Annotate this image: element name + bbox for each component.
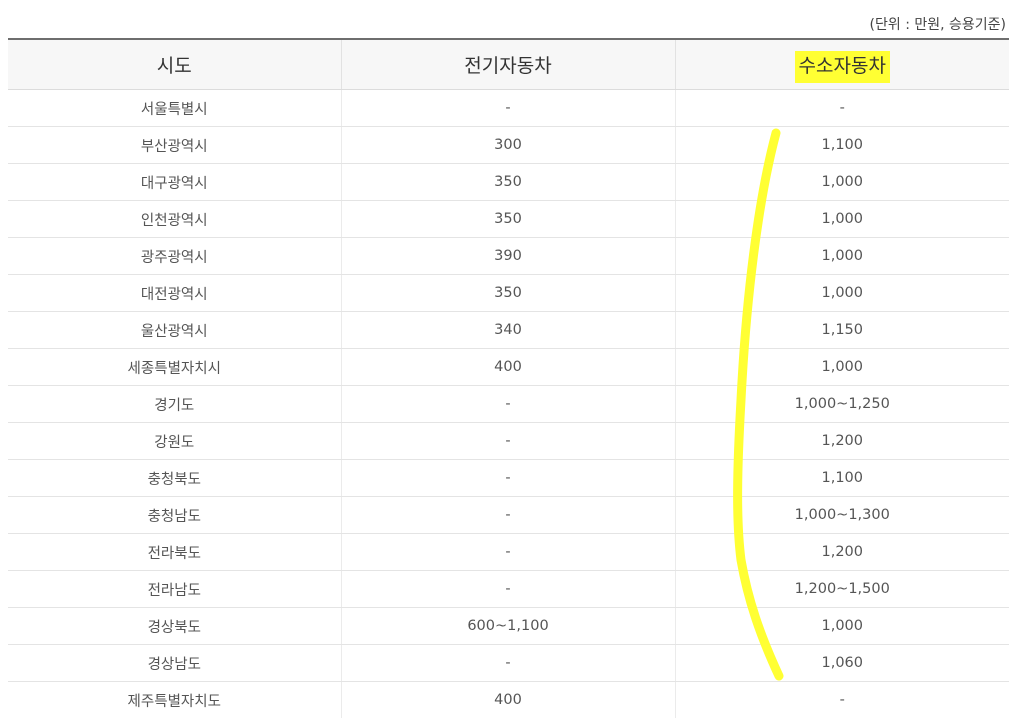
hydrogen-subsidy-cell: - [675,682,1009,718]
table-row: 전라북도 - 1,200 [8,534,1009,571]
table-row: 강원도 - 1,200 [8,423,1009,460]
region-cell: 충청북도 [8,460,341,497]
electric-subsidy-cell: - [341,497,675,534]
region-cell: 전라남도 [8,571,341,608]
hydrogen-subsidy-cell: 1,100 [675,460,1009,497]
hydrogen-subsidy-cell: 1,000 [675,201,1009,238]
hydrogen-subsidy-cell: - [675,90,1009,127]
hydrogen-subsidy-cell: 1,000~1,300 [675,497,1009,534]
electric-subsidy-cell: 350 [341,164,675,201]
hydrogen-subsidy-cell: 1,100 [675,127,1009,164]
table-row: 울산광역시 340 1,150 [8,312,1009,349]
region-cell: 부산광역시 [8,127,341,164]
region-cell: 인천광역시 [8,201,341,238]
hydrogen-subsidy-cell: 1,000 [675,164,1009,201]
electric-subsidy-cell: - [341,571,675,608]
region-cell: 세종특별자치시 [8,349,341,386]
table-row: 경상남도 - 1,060 [8,645,1009,682]
electric-subsidy-cell: - [341,645,675,682]
region-cell: 울산광역시 [8,312,341,349]
electric-subsidy-cell: - [341,386,675,423]
hydrogen-subsidy-cell: 1,060 [675,645,1009,682]
table-row: 제주특별자치도 400 - [8,682,1009,718]
header-electric-vehicle: 전기자동차 [341,39,675,90]
region-cell: 전라북도 [8,534,341,571]
table-row: 전라남도 - 1,200~1,500 [8,571,1009,608]
electric-subsidy-cell: - [341,90,675,127]
electric-subsidy-cell: 300 [341,127,675,164]
hydrogen-subsidy-cell: 1,150 [675,312,1009,349]
electric-subsidy-cell: - [341,423,675,460]
table-row: 경기도 - 1,000~1,250 [8,386,1009,423]
unit-note: (단위 : 만원, 승용기준) [870,14,1006,34]
hydrogen-subsidy-cell: 1,000~1,250 [675,386,1009,423]
region-cell: 대구광역시 [8,164,341,201]
table-row: 서울특별시 - - [8,90,1009,127]
subsidy-table: 시도 전기자동차 수소자동차 서울특별시 - - 부산광역시 300 1,100… [8,38,1009,718]
header-hydrogen-vehicle: 수소자동차 [675,39,1009,90]
region-cell: 경상북도 [8,608,341,645]
highlighted-header: 수소자동차 [795,51,890,83]
hydrogen-subsidy-cell: 1,200 [675,534,1009,571]
table-row: 충청북도 - 1,100 [8,460,1009,497]
electric-subsidy-cell: - [341,534,675,571]
region-cell: 대전광역시 [8,275,341,312]
region-cell: 광주광역시 [8,238,341,275]
region-cell: 제주특별자치도 [8,682,341,718]
electric-subsidy-cell: 390 [341,238,675,275]
table-row: 충청남도 - 1,000~1,300 [8,497,1009,534]
electric-subsidy-cell: 400 [341,682,675,718]
electric-subsidy-cell: - [341,460,675,497]
table-row: 경상북도 600~1,100 1,000 [8,608,1009,645]
electric-subsidy-cell: 600~1,100 [341,608,675,645]
hydrogen-subsidy-cell: 1,000 [675,275,1009,312]
electric-subsidy-cell: 350 [341,275,675,312]
hydrogen-subsidy-cell: 1,000 [675,349,1009,386]
table-header-row: 시도 전기자동차 수소자동차 [8,39,1009,90]
hydrogen-subsidy-cell: 1,200~1,500 [675,571,1009,608]
region-cell: 서울특별시 [8,90,341,127]
header-region: 시도 [8,39,341,90]
hydrogen-subsidy-cell: 1,200 [675,423,1009,460]
region-cell: 경기도 [8,386,341,423]
table-row: 인천광역시 350 1,000 [8,201,1009,238]
electric-subsidy-cell: 340 [341,312,675,349]
region-cell: 강원도 [8,423,341,460]
table-row: 대전광역시 350 1,000 [8,275,1009,312]
table-row: 광주광역시 390 1,000 [8,238,1009,275]
table-row: 부산광역시 300 1,100 [8,127,1009,164]
hydrogen-subsidy-cell: 1,000 [675,238,1009,275]
electric-subsidy-cell: 350 [341,201,675,238]
hydrogen-subsidy-cell: 1,000 [675,608,1009,645]
table-row: 세종특별자치시 400 1,000 [8,349,1009,386]
region-cell: 경상남도 [8,645,341,682]
region-cell: 충청남도 [8,497,341,534]
table-row: 대구광역시 350 1,000 [8,164,1009,201]
electric-subsidy-cell: 400 [341,349,675,386]
